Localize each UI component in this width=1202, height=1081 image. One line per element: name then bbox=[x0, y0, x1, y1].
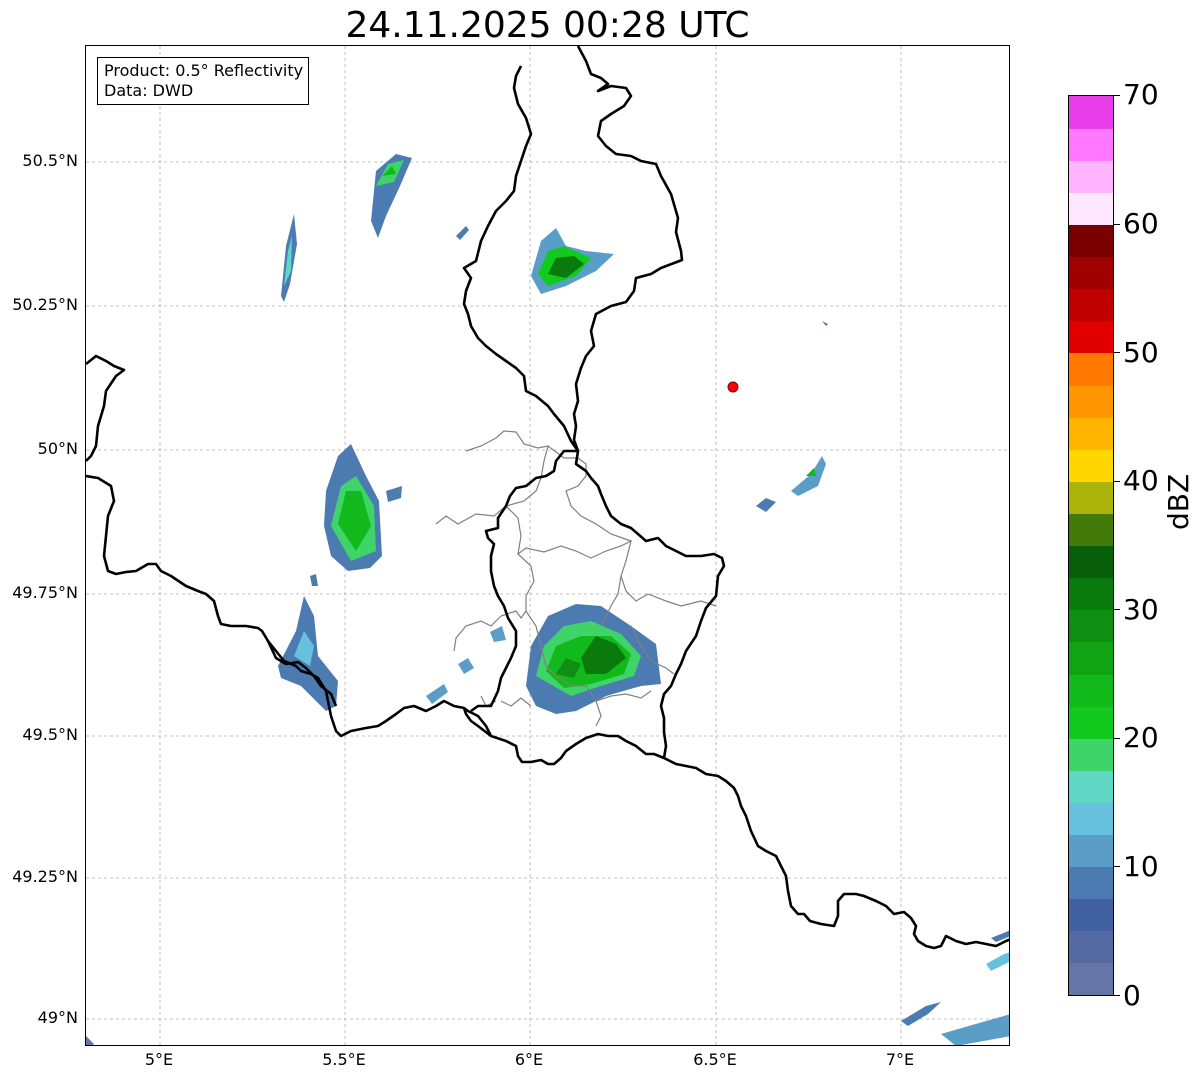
colorbar-segment bbox=[1069, 545, 1113, 579]
colorbar-segment bbox=[1069, 706, 1113, 739]
product-label: Product: 0.5° Reflectivity bbox=[104, 61, 304, 80]
colorbar-tick-label: 10 bbox=[1123, 850, 1159, 883]
lat-tick-label: 49.25°N bbox=[12, 867, 78, 886]
colorbar-segment bbox=[1069, 320, 1113, 354]
colorbar-tick-label: 50 bbox=[1123, 336, 1159, 369]
colorbar-segment bbox=[1069, 802, 1113, 836]
colorbar-segment bbox=[1069, 224, 1113, 258]
colorbar-tick-mark bbox=[1114, 866, 1120, 867]
map-canvas bbox=[86, 46, 1009, 1045]
radar-map[interactable] bbox=[85, 45, 1010, 1046]
lat-tick-label: 49.75°N bbox=[12, 583, 78, 602]
colorbar-tick-mark bbox=[1114, 481, 1120, 482]
lon-tick-label: 6.5°E bbox=[693, 1050, 737, 1069]
map-title: 24.11.2025 00:28 UTC bbox=[345, 5, 750, 46]
colorbar-segment bbox=[1069, 256, 1113, 290]
lat-tick-label: 50°N bbox=[37, 439, 78, 458]
colorbar-segment bbox=[1069, 898, 1113, 932]
colorbar-tick-label: 70 bbox=[1123, 78, 1159, 111]
colorbar-segment bbox=[1069, 352, 1113, 386]
radar-site-marker[interactable] bbox=[727, 381, 739, 393]
colorbar-tick-label: 40 bbox=[1123, 464, 1159, 497]
colorbar-segment bbox=[1069, 192, 1113, 226]
colorbar-tick-mark bbox=[1114, 95, 1120, 96]
colorbar-tick-mark bbox=[1114, 995, 1120, 996]
colorbar-segment bbox=[1069, 449, 1113, 482]
colorbar-tick-label: 60 bbox=[1123, 207, 1159, 240]
lat-tick-label: 50.5°N bbox=[22, 151, 78, 170]
colorbar-segment bbox=[1069, 770, 1113, 803]
colorbar-segment bbox=[1069, 609, 1113, 643]
colorbar-tick-label: 20 bbox=[1123, 721, 1159, 754]
colorbar bbox=[1068, 95, 1114, 996]
colorbar-segment bbox=[1069, 513, 1113, 547]
lon-tick-label: 7°E bbox=[885, 1050, 915, 1069]
colorbar-tick-mark bbox=[1114, 609, 1120, 610]
colorbar-segment bbox=[1069, 288, 1113, 322]
lat-tick-label: 50.25°N bbox=[12, 295, 78, 314]
colorbar-segment bbox=[1069, 930, 1113, 964]
colorbar-tick-mark bbox=[1114, 224, 1120, 225]
colorbar-segment bbox=[1069, 577, 1113, 611]
radar-echoes bbox=[86, 154, 1009, 1045]
graticule bbox=[86, 46, 1009, 1045]
colorbar-segment bbox=[1069, 866, 1113, 900]
lon-tick-label: 6°E bbox=[514, 1050, 544, 1069]
lon-tick-label: 5°E bbox=[144, 1050, 174, 1069]
lat-tick-label: 49°N bbox=[37, 1008, 78, 1027]
product-info-box: Product: 0.5° Reflectivity Data: DWD bbox=[97, 57, 310, 105]
colorbar-unit-label: dBZ bbox=[1162, 473, 1195, 530]
country-borders bbox=[86, 46, 1009, 950]
colorbar-segment bbox=[1069, 962, 1113, 995]
colorbar-segment bbox=[1069, 417, 1113, 450]
colorbar-tick-label: 0 bbox=[1123, 979, 1141, 1012]
colorbar-segment bbox=[1069, 96, 1113, 129]
colorbar-segment bbox=[1069, 834, 1113, 868]
colorbar-segment bbox=[1069, 641, 1113, 675]
colorbar-segment bbox=[1069, 384, 1113, 418]
lat-tick-label: 49.5°N bbox=[22, 725, 78, 744]
colorbar-tick-label: 30 bbox=[1123, 593, 1159, 626]
colorbar-segment bbox=[1069, 673, 1113, 707]
data-source-label: Data: DWD bbox=[104, 81, 194, 100]
colorbar-segment bbox=[1069, 160, 1113, 193]
lon-tick-label: 5.5°E bbox=[322, 1050, 366, 1069]
colorbar-segment bbox=[1069, 481, 1113, 514]
colorbar-segment bbox=[1069, 128, 1113, 161]
colorbar-segment bbox=[1069, 738, 1113, 771]
colorbar-tick-mark bbox=[1114, 738, 1120, 739]
colorbar-tick-mark bbox=[1114, 352, 1120, 353]
